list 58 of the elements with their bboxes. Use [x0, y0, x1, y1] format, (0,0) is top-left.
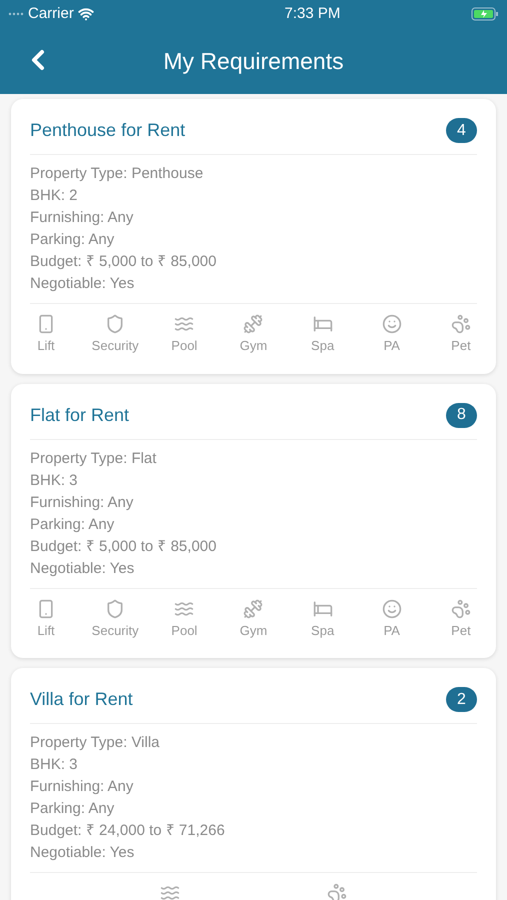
shield-icon: [105, 598, 126, 618]
card-title: Penthouse for Rent: [30, 119, 186, 142]
amenity-label: PA: [384, 337, 400, 355]
paw-icon: [327, 883, 348, 900]
detail-text: Negotiable: Yes: [30, 558, 136, 578]
detail-text: Budget: ₹ 5,000 to ₹ 85,000: [30, 252, 218, 272]
detail-text: BHK: 3: [30, 470, 79, 490]
dumbbell-icon: [243, 598, 264, 618]
detail-text: Negotiable: Yes: [30, 843, 136, 863]
face-icon: [382, 314, 402, 334]
detail-text: Property Type: Flat: [30, 448, 158, 468]
signal-icon: [8, 12, 24, 16]
dumbbell-icon: [243, 314, 264, 334]
detail-text: Furnishing: Any: [30, 777, 134, 797]
amenity-label: Pet: [451, 622, 471, 640]
amenity-label: Security: [92, 337, 139, 355]
amenity-label: Security: [92, 622, 139, 640]
amenity-label: Pet: [451, 337, 471, 355]
card-title: Villa for Rent: [30, 688, 133, 711]
carrier-text: Carrier: [28, 4, 74, 24]
paw-icon: [450, 314, 471, 334]
amenity-label: Spa: [311, 622, 334, 640]
requirement-card[interactable]: Flat for Rent 8 Property Type: Flat BHK: 3 Furnishing: Any Parking: Any Budget: ₹ 5,000 to ₹ 85,000 Negotiable: Yes Lift Security Pool Gym Spa PA Pet: [11, 384, 496, 658]
detail-text: BHK: 2: [30, 186, 79, 206]
detail-text: Budget: ₹ 5,000 to ₹ 85,000: [30, 536, 218, 556]
amenity-label: Gym: [240, 337, 268, 355]
amenity-label: Pool: [171, 622, 198, 640]
detail-text: Parking: Any: [30, 230, 116, 250]
battery-icon: [471, 7, 499, 21]
shield-icon: [105, 314, 126, 334]
detail-text: Property Type: Penthouse: [30, 164, 204, 184]
face-icon: [382, 598, 402, 618]
detail-text: Negotiable: Yes: [30, 274, 136, 294]
amenity-label: Spa: [311, 337, 334, 355]
bed-icon: [312, 314, 333, 334]
count-badge: 2: [446, 687, 477, 712]
requirement-card[interactable]: Penthouse for Rent 4 Property Type: Penthouse BHK: 2 Furnishing: Any Parking: Any Budget: ₹ 5,000 to ₹ 85,000 Negotiable: Yes Lift Security Pool Gym Spa PA Pet: [11, 99, 496, 374]
card-title: Flat for Rent: [30, 404, 130, 426]
bed-icon: [312, 598, 333, 618]
paw-icon: [450, 598, 471, 618]
clock-text: 7:33 PM: [284, 4, 340, 24]
amenity-label: Pool: [171, 337, 198, 355]
detail-text: Furnishing: Any: [30, 208, 134, 228]
amenity-label: Lift: [37, 337, 55, 355]
detail-text: BHK: 3: [30, 755, 79, 775]
requirement-card[interactable]: Villa for Rent 2 Property Type: Villa BHK: 3 Furnishing: Any Parking: Any Budget: ₹ 24,000 to ₹ 71,266 Negotiable: Yes: [11, 668, 496, 900]
detail-text: Budget: ₹ 24,000 to ₹ 71,266: [30, 821, 226, 841]
wifi-icon: [78, 6, 94, 22]
amenity-label: Gym: [240, 622, 268, 640]
count-badge: 8: [446, 402, 477, 428]
count-badge: 4: [446, 118, 477, 143]
amenity-label: Lift: [37, 622, 55, 640]
amenity-label: PA: [384, 622, 400, 640]
detail-text: Property Type: Villa: [30, 733, 161, 753]
detail-text: Parking: Any: [30, 514, 116, 534]
page-title: My Requirements: [163, 46, 344, 76]
detail-text: Furnishing: Any: [30, 492, 134, 512]
detail-text: Parking: Any: [30, 799, 116, 819]
